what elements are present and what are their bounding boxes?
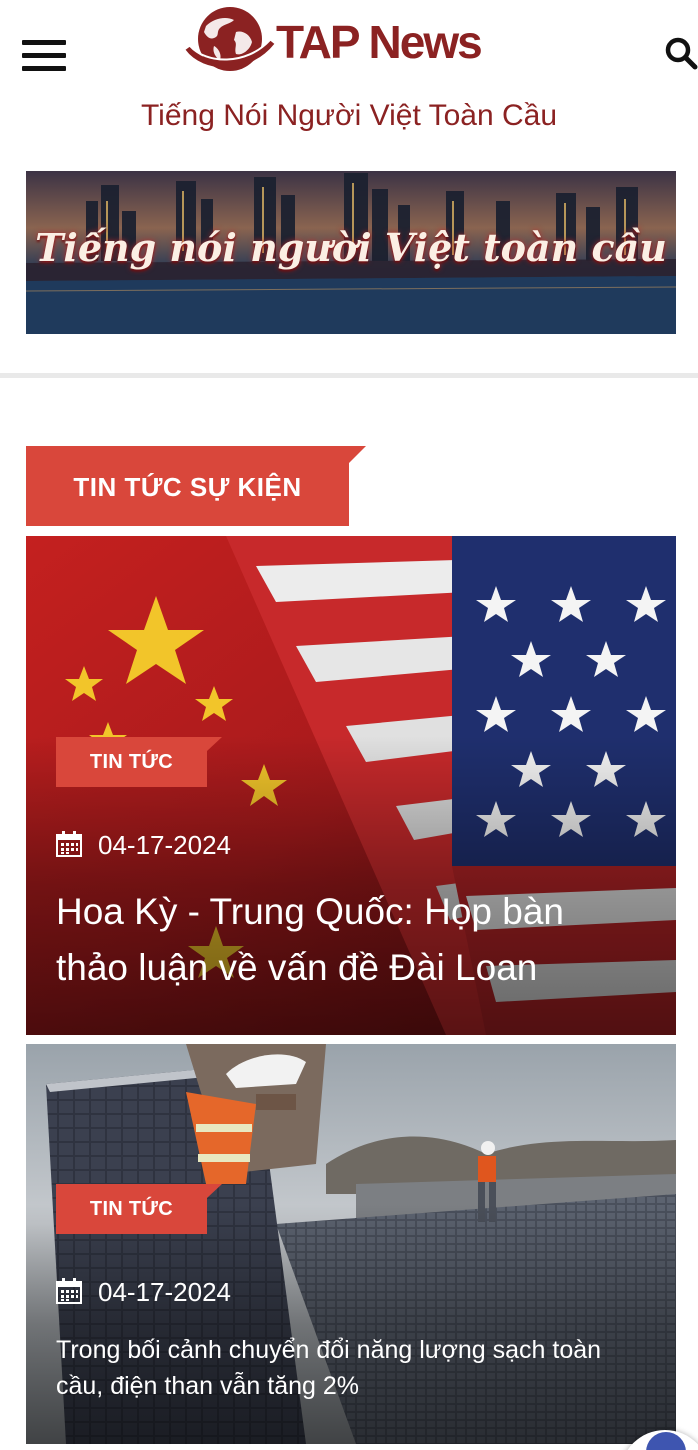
article-date: 04-17-2024 bbox=[56, 1276, 356, 1308]
search-icon[interactable] bbox=[664, 36, 698, 70]
category-badge[interactable]: TIN TỨC bbox=[56, 1184, 222, 1234]
hamburger-menu-icon[interactable] bbox=[22, 40, 66, 72]
article-date: 04-17-2024 bbox=[56, 829, 356, 861]
category-label: TIN TỨC bbox=[89, 1198, 174, 1220]
section-divider bbox=[0, 373, 698, 378]
calendar-icon bbox=[56, 831, 82, 857]
article-card[interactable]: TIN TỨC 04-17-2024 Hoa Kỳ - Trung Quốc: … bbox=[26, 536, 676, 1035]
article-title[interactable]: Trong bối cảnh chuyển đổi năng lượng sạc… bbox=[56, 1332, 616, 1404]
calendar-icon bbox=[56, 1278, 82, 1304]
section-heading-label: TIN TỨC SỰ KIỆN bbox=[73, 472, 302, 502]
chat-icon bbox=[646, 1432, 686, 1450]
globe-logo-icon bbox=[185, 7, 275, 71]
section-heading[interactable]: TIN TỨC SỰ KIỆN bbox=[26, 446, 366, 526]
site-header: TAP News Tiếng Nói Người Việt Toàn Cầu bbox=[0, 0, 698, 150]
article-card[interactable]: TIN TỨC 04-17-2024 Trong bối cảnh chuyển… bbox=[26, 1044, 676, 1444]
category-badge[interactable]: TIN TỨC bbox=[56, 737, 222, 787]
date-text: 04-17-2024 bbox=[98, 1277, 231, 1307]
article-title[interactable]: Hoa Kỳ - Trung Quốc: Họp bàn thảo luận v… bbox=[56, 884, 636, 996]
site-logo[interactable]: TAP News bbox=[184, 2, 504, 76]
site-tagline: Tiếng Nói Người Việt Toàn Cầu bbox=[140, 99, 558, 132]
date-text: 04-17-2024 bbox=[98, 830, 231, 860]
hero-banner[interactable]: Tiếng nói người Việt toàn cầu bbox=[26, 171, 676, 334]
category-label: TIN TỨC bbox=[89, 751, 174, 773]
banner-slogan: Tiếng nói người Việt toàn cầu bbox=[35, 225, 667, 270]
logo-text: TAP News bbox=[276, 16, 483, 68]
